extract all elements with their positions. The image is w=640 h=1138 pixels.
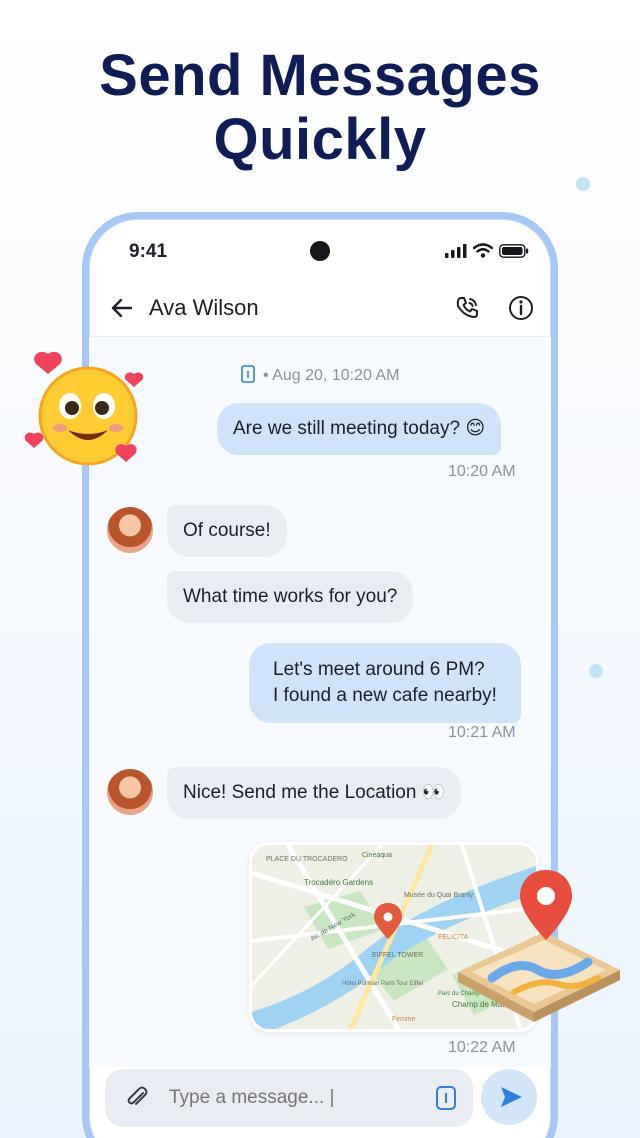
status-icons: [445, 243, 529, 258]
signal-icon: [445, 243, 467, 258]
file-icon[interactable]: [435, 1085, 457, 1111]
chat-header: Ava Wilson: [89, 281, 551, 337]
message-bubble-incoming[interactable]: Of course!: [167, 505, 287, 557]
message-text: Are we still meeting today? 😊: [233, 418, 486, 439]
message-bubble-incoming[interactable]: Nice! Send me the Location 👀: [167, 767, 462, 819]
message-text: Of course!: [183, 520, 271, 541]
phone-icon[interactable]: [453, 294, 481, 322]
map-label: Hôtel Pullman Paris Tour Eiffel: [342, 981, 423, 987]
date-separator: • Aug 20, 10:20 AM: [89, 365, 551, 385]
contact-name[interactable]: Ava Wilson: [149, 295, 259, 321]
message-timestamp: 10:21 AM: [448, 724, 516, 741]
headline: Send Messages Quickly: [0, 44, 640, 172]
message-timestamp: 10:22 AM: [448, 1039, 516, 1056]
message-input[interactable]: [169, 1087, 419, 1109]
arrow-left-icon[interactable]: [109, 295, 135, 321]
map-label: Firmine: [392, 1016, 415, 1023]
map-label: Cinéaqua: [362, 852, 392, 859]
smiling-face-hearts-icon: [24, 351, 144, 466]
wifi-icon: [473, 243, 493, 258]
message-bubble-incoming[interactable]: What time works for you?: [167, 571, 414, 623]
map-label: PLACE DU TROCADERO: [266, 856, 348, 863]
decor-dot: [589, 664, 603, 678]
camera-notch: [310, 241, 330, 261]
paperclip-icon[interactable]: [123, 1084, 151, 1112]
send-button[interactable]: [481, 1069, 537, 1125]
status-time: 9:41: [129, 241, 168, 262]
message-bubble-outgoing[interactable]: Let's meet around 6 PM? I found a new ca…: [249, 643, 521, 723]
battery-icon: [499, 243, 529, 258]
send-icon: [501, 1087, 522, 1107]
message-text-line-1: Let's meet around 6 PM?: [273, 659, 485, 680]
message-text: Nice! Send me the Location 👀: [183, 782, 446, 803]
message-timestamp: 10:20 AM: [448, 463, 516, 480]
file-icon: [240, 365, 255, 383]
date-label: • Aug 20, 10:20 AM: [263, 367, 400, 384]
map-pin-icon: [458, 870, 620, 1022]
map-label: EIFFEL TOWER: [372, 952, 423, 959]
info-icon[interactable]: [507, 294, 535, 322]
avatar[interactable]: [105, 505, 155, 555]
message-text: What time works for you?: [183, 586, 398, 607]
decor-dot: [576, 177, 590, 191]
map-label: Trocadéro Gardens: [304, 878, 373, 887]
status-bar: 9:41: [89, 219, 551, 281]
avatar[interactable]: [105, 767, 155, 817]
headline-line-2: Quickly: [213, 107, 427, 172]
message-bubble-outgoing[interactable]: Are we still meeting today? 😊: [217, 403, 502, 455]
message-composer: [105, 1069, 473, 1127]
headline-line-1: Send Messages: [99, 43, 541, 108]
message-text-line-2: I found a new cafe nearby!: [273, 685, 497, 706]
